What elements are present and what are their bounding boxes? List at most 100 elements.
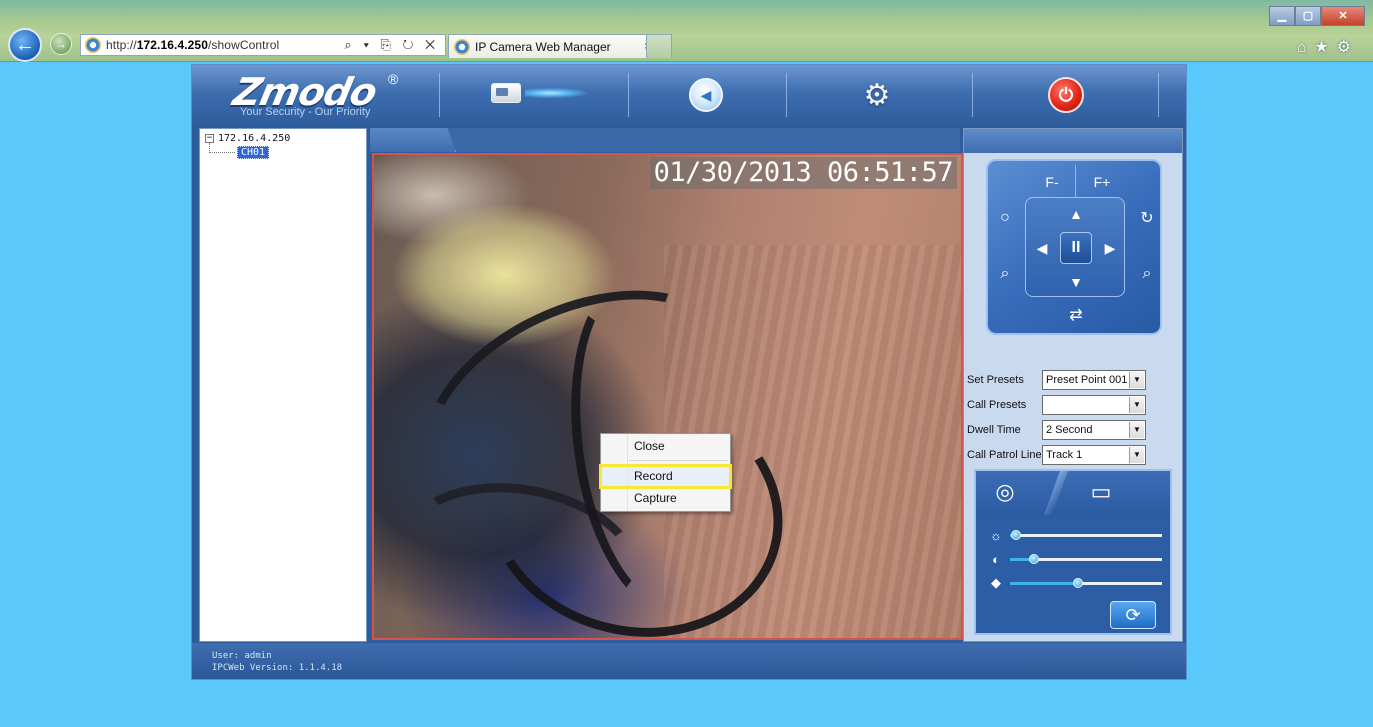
brightness-slider-row: ☼ bbox=[986, 527, 1162, 543]
menu-item-record[interactable]: Record bbox=[601, 466, 730, 486]
ptz-control-pad: F- F+ ○ ↻ ⌕ ⌕ ▲ ◀ II ▶ ▼ ⇄ bbox=[986, 159, 1162, 335]
video-tabstrip bbox=[370, 128, 960, 152]
pause-icon[interactable]: II bbox=[1060, 232, 1092, 264]
browser-forward-icon[interactable]: → bbox=[50, 33, 72, 55]
set-presets-select[interactable]: Preset Point 001 ▼ bbox=[1042, 370, 1146, 390]
menu-item-capture[interactable]: Capture bbox=[601, 488, 730, 508]
pan-right-icon[interactable]: ▶ bbox=[1100, 236, 1120, 260]
header-divider bbox=[972, 73, 973, 117]
contrast-slider-row: ◐ bbox=[986, 551, 1162, 567]
ie-logo-icon bbox=[85, 37, 101, 53]
browser-back-icon[interactable]: ← bbox=[8, 28, 42, 62]
camera-settings-icon[interactable]: ◎ bbox=[990, 479, 1020, 507]
call-presets-select[interactable]: ▼ bbox=[1042, 395, 1146, 415]
back-icon[interactable]: ◀ bbox=[686, 78, 726, 112]
menu-separator bbox=[629, 460, 728, 461]
new-tab-button[interactable] bbox=[646, 34, 672, 58]
focus-minus-button[interactable]: F- bbox=[1034, 171, 1070, 193]
display-settings-icon[interactable]: ▭ bbox=[1084, 479, 1118, 507]
context-menu: Close Record Capture bbox=[599, 433, 732, 512]
settings-gear-icon[interactable]: ⚙ bbox=[850, 78, 904, 112]
window-controls: ▁ ▢ ✕ bbox=[1269, 6, 1365, 26]
slider-thumb[interactable] bbox=[1029, 553, 1040, 564]
window-close-icon[interactable]: ✕ bbox=[1321, 6, 1365, 26]
tab-separator bbox=[1043, 471, 1069, 515]
refresh-icon[interactable]: ⟳ bbox=[1110, 601, 1156, 629]
dwell-time-label: Dwell Time bbox=[967, 424, 1021, 436]
patrol-line-select[interactable]: Track 1 ▼ bbox=[1042, 445, 1146, 465]
footer-user: User: admin bbox=[212, 651, 272, 661]
live-video-feed[interactable]: 01/30/2013 06:51:57 Close Record Capture bbox=[372, 153, 963, 640]
tree-collapse-icon[interactable]: − bbox=[205, 134, 214, 143]
cruise-icon[interactable]: ⇄ bbox=[1062, 303, 1090, 327]
slider-thumb[interactable] bbox=[1011, 529, 1022, 540]
header-divider bbox=[1158, 73, 1159, 117]
set-presets-row: Set Presets Preset Point 001 ▼ bbox=[967, 369, 1146, 391]
dwell-time-row: Dwell Time 2 Second ▼ bbox=[967, 419, 1146, 441]
maximize-icon[interactable]: ▢ bbox=[1295, 6, 1321, 26]
set-presets-label: Set Presets bbox=[967, 374, 1024, 386]
chevron-down-icon[interactable]: ▼ bbox=[1129, 397, 1144, 413]
home-icon[interactable]: ⌂ bbox=[1297, 39, 1315, 56]
control-pane-header bbox=[964, 129, 1182, 153]
brightness-icon: ☼ bbox=[990, 527, 1002, 543]
image-adjust-panel: ◎ ▭ ☼ ◐ ◆ ⟳ bbox=[974, 469, 1172, 635]
app-footer: User: admin IPCWeb Version: 1.1.4.18 bbox=[192, 643, 1186, 679]
menu-item-close[interactable]: Close bbox=[601, 436, 730, 456]
live-view-camera-icon[interactable] bbox=[487, 80, 591, 106]
camera-web-manager: Zmodo ® Your Security - Our Priority ◀ ⚙… bbox=[191, 64, 1187, 680]
dwell-time-select[interactable]: 2 Second ▼ bbox=[1042, 420, 1146, 440]
slider-fill bbox=[1010, 581, 1079, 585]
slider-thumb[interactable] bbox=[1073, 577, 1084, 588]
saturation-slider-row: ◆ bbox=[986, 575, 1162, 591]
zoom-out-icon[interactable]: ⌕ bbox=[994, 263, 1016, 285]
saturation-slider[interactable] bbox=[1010, 577, 1162, 588]
tab-title: IP Camera Web Manager bbox=[475, 39, 611, 54]
address-bar[interactable]: http://172.16.4.250/showControl ⌕ ▾ ⎘ ↻ … bbox=[80, 34, 446, 56]
ptz-divider bbox=[1075, 165, 1076, 197]
tools-gear-icon[interactable]: ⚙ bbox=[1337, 39, 1359, 56]
header-divider bbox=[628, 73, 629, 117]
contrast-slider[interactable] bbox=[1010, 553, 1162, 564]
focus-plus-button[interactable]: F+ bbox=[1084, 171, 1120, 193]
chevron-down-icon[interactable]: ▼ bbox=[1129, 422, 1144, 438]
minimize-icon[interactable]: ▁ bbox=[1269, 6, 1295, 26]
control-pane: F- F+ ○ ↻ ⌕ ⌕ ▲ ◀ II ▶ ▼ ⇄ Set Presets P… bbox=[963, 128, 1183, 642]
video-tab[interactable] bbox=[370, 128, 456, 152]
brand-tagline: Your Security - Our Priority bbox=[240, 106, 371, 118]
call-presets-label: Call Presets bbox=[967, 399, 1027, 411]
call-presets-row: Call Presets ▼ bbox=[967, 394, 1146, 416]
pan-left-icon[interactable]: ◀ bbox=[1032, 236, 1052, 260]
patrol-line-label: Call Patrol Line bbox=[967, 449, 1042, 461]
header-divider bbox=[439, 73, 440, 117]
address-url[interactable]: http://172.16.4.250/showControl bbox=[106, 38, 279, 52]
address-tools-icons[interactable]: ⌕ ▾ ⎘ ↻ ✕ bbox=[345, 37, 439, 53]
contrast-icon: ◐ bbox=[992, 551, 1000, 567]
zoom-in-icon[interactable]: ⌕ bbox=[1136, 263, 1158, 285]
saturation-icon: ◆ bbox=[991, 575, 1001, 590]
footer-version: IPCWeb Version: 1.1.4.18 bbox=[212, 663, 343, 673]
image-adjust-tabs: ◎ ▭ bbox=[976, 471, 1170, 515]
favorites-icon[interactable]: ★ bbox=[1314, 39, 1336, 56]
app-header: Zmodo ® Your Security - Our Priority ◀ ⚙… bbox=[192, 65, 1186, 123]
patrol-line-row: Call Patrol Line Track 1 ▼ bbox=[967, 444, 1146, 466]
video-timestamp: 01/30/2013 06:51:57 bbox=[649, 157, 957, 189]
tab-ie-logo-icon bbox=[454, 38, 470, 55]
header-divider bbox=[786, 73, 787, 117]
auto-rotate-icon[interactable]: ↻ bbox=[1136, 207, 1158, 229]
tree-node-channel[interactable]: CH01 bbox=[237, 146, 270, 159]
browser-tab-ip-camera[interactable]: IP Camera Web Manager × bbox=[448, 34, 672, 58]
ptz-direction-pad: ▲ ◀ II ▶ ▼ bbox=[1025, 197, 1125, 297]
browser-toolbar-icons: ⌂★⚙ bbox=[1297, 37, 1359, 57]
brightness-slider[interactable] bbox=[1010, 529, 1162, 540]
browser-chrome: ← → http://172.16.4.250/showControl ⌕ ▾ … bbox=[0, 0, 1373, 62]
pan-up-icon[interactable]: ▲ bbox=[1064, 204, 1088, 224]
chevron-down-icon[interactable]: ▼ bbox=[1129, 372, 1144, 388]
logo-registered-mark: ® bbox=[388, 71, 399, 87]
device-tree: − 172.16.4.250 CH01 bbox=[199, 128, 367, 642]
chevron-down-icon[interactable]: ▼ bbox=[1129, 447, 1144, 463]
pan-down-icon[interactable]: ▼ bbox=[1064, 272, 1088, 292]
tree-connector bbox=[209, 143, 235, 153]
power-icon[interactable]: ⏻ bbox=[1043, 76, 1089, 114]
iris-icon[interactable]: ○ bbox=[994, 207, 1016, 229]
